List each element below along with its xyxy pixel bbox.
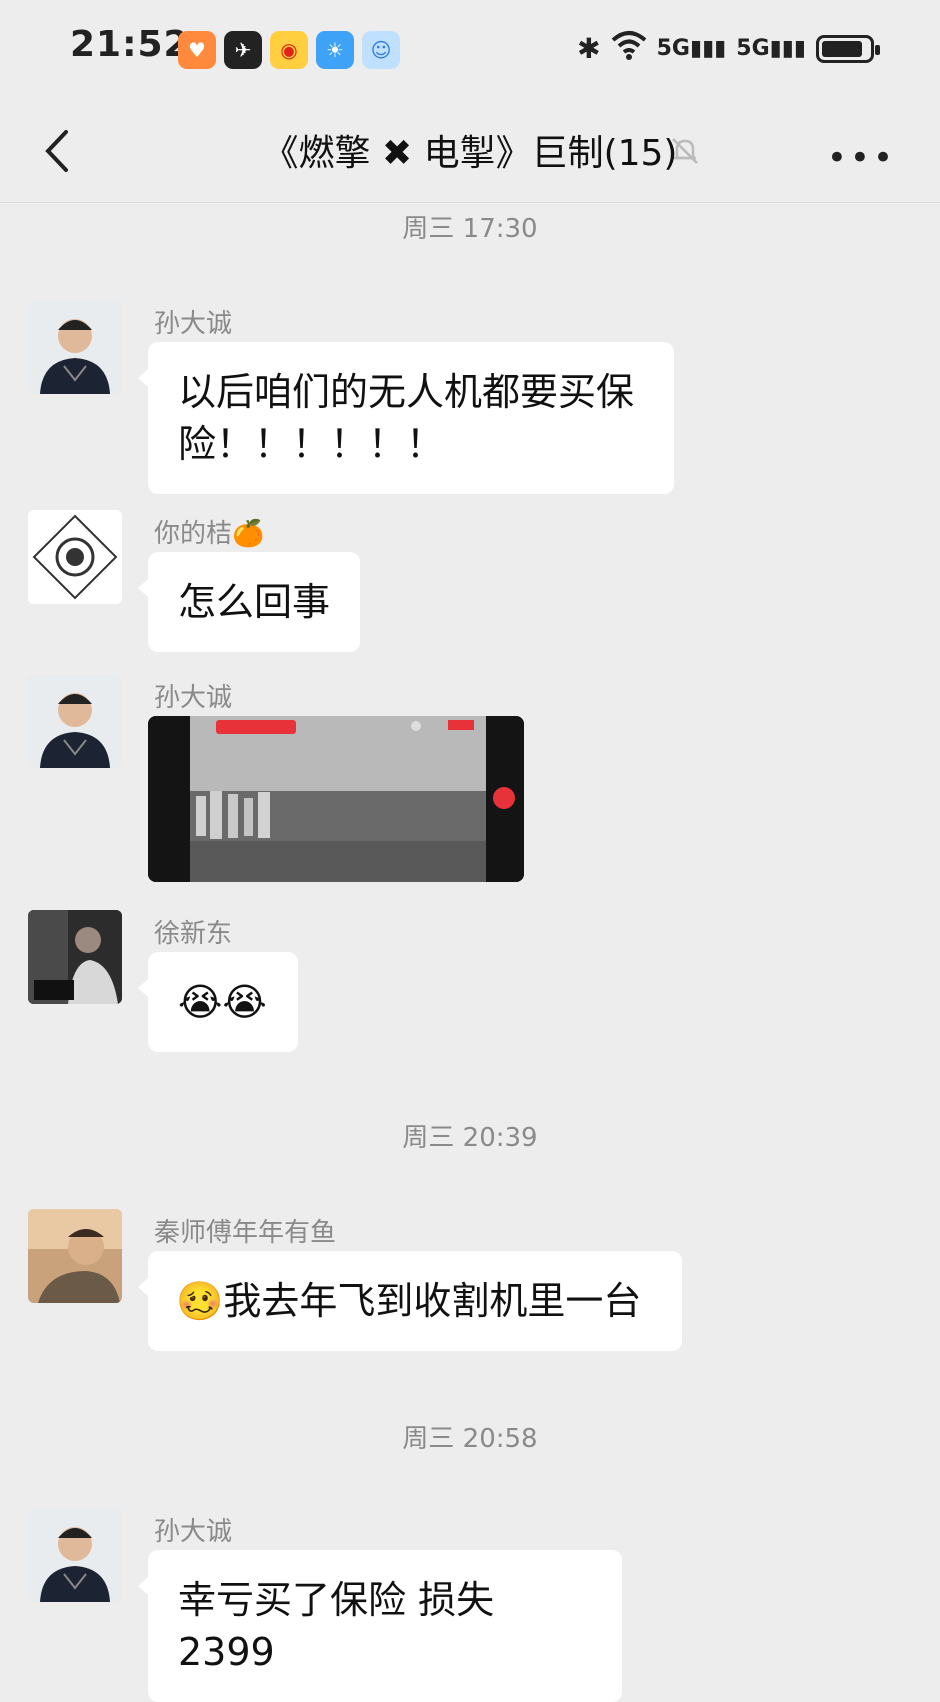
- wifi-icon: [611, 30, 647, 67]
- chat-title: 《燃擎 ✖ 电掣》巨制(15): [262, 133, 678, 174]
- message-line: 以后咱们的无人机都要买保: [178, 370, 635, 414]
- more-options-button[interactable]: •••: [827, 138, 896, 178]
- message-text: 幸亏买了保险 损失 2399: [178, 1578, 495, 1674]
- message-line: 险！！！！！！: [178, 422, 445, 466]
- signal-5g-icon-2: 5G▮▮▮: [736, 36, 806, 61]
- message-bubble[interactable]: 😭😭: [138, 952, 298, 1052]
- avatar[interactable]: [28, 510, 122, 604]
- system-icons: ✱ 5G▮▮▮ 5G▮▮▮: [577, 30, 880, 67]
- avatar[interactable]: [28, 300, 122, 394]
- message-bubble[interactable]: 幸亏买了保险 损失 2399: [138, 1550, 622, 1702]
- sender-name: 你的桔🍊: [154, 519, 265, 549]
- notification-icons: ♥ ✈ ◉ ☀ ☺: [178, 31, 400, 69]
- chat-header: 《燃擎 ✖ 电掣》巨制(15) •••: [0, 100, 940, 203]
- bluetooth-icon: ✱: [577, 32, 601, 65]
- mute-bell-icon: [668, 134, 702, 168]
- chat-bot-icon: ☺: [362, 31, 400, 69]
- message-bubble[interactable]: 🥴我去年飞到收割机里一台: [138, 1251, 682, 1351]
- avatar[interactable]: [28, 910, 122, 1004]
- message-text: 我去年飞到收割机里一台: [223, 1279, 642, 1323]
- timestamp: 周三 20:58: [402, 1424, 538, 1454]
- avatar[interactable]: [28, 1508, 122, 1602]
- sender-name: 孙大诚: [154, 1517, 233, 1547]
- message-emoji: 😭😭: [178, 980, 267, 1024]
- message-emoji: 🥴: [176, 1279, 224, 1323]
- sender-name: 秦师傅年年有鱼: [154, 1218, 337, 1248]
- sender-name: 孙大诚: [154, 309, 233, 339]
- taobao-app-icon: ♥: [178, 31, 216, 69]
- weibo-icon: ◉: [270, 31, 308, 69]
- sender-name: 徐新东: [154, 919, 233, 949]
- signal-5g-icon-1: 5G▮▮▮: [656, 36, 727, 61]
- status-time: 21:52: [70, 24, 190, 65]
- avatar[interactable]: [28, 674, 122, 768]
- avatar[interactable]: [28, 1209, 122, 1303]
- status-bar: 21:52 ♥ ✈ ◉ ☀ ☺ ✱ 5G▮▮▮ 5G▮▮▮: [0, 0, 940, 100]
- weather-icon: ☀: [316, 31, 354, 69]
- bird-app-icon: ✈: [224, 31, 262, 69]
- message-bubble[interactable]: 怎么回事: [138, 552, 360, 652]
- timestamp: 周三 17:30: [402, 214, 538, 244]
- timestamp: 周三 20:39: [402, 1123, 538, 1153]
- sender-name: 孙大诚: [154, 683, 233, 713]
- message-text: 怎么回事: [178, 580, 331, 624]
- image-message[interactable]: [148, 716, 524, 882]
- message-bubble[interactable]: 以后咱们的无人机都要买保 险！！！！！！: [138, 342, 674, 494]
- battery-icon: [816, 34, 880, 63]
